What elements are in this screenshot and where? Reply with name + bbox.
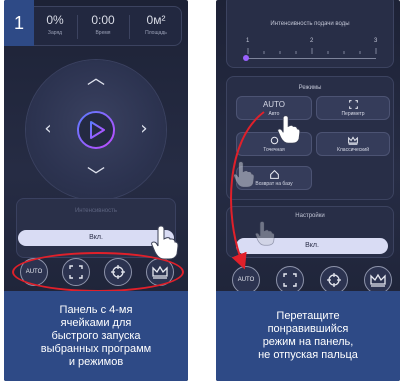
intensity-label: Интенсивность xyxy=(74,208,118,214)
faded-hand-icon xyxy=(254,221,275,246)
battery-value: 0% xyxy=(46,13,64,27)
time-value: 0:00 xyxy=(91,13,115,27)
time-stat: 0:00 Время xyxy=(79,13,127,36)
divider xyxy=(129,15,130,39)
area-stat: 0м² Площадь xyxy=(133,13,179,36)
battery-label: Заряд xyxy=(47,30,63,36)
step-number-badge: 1 xyxy=(4,0,34,46)
faded-hand-icon xyxy=(233,161,255,188)
arrow-up-icon[interactable]: ︿ xyxy=(86,70,106,88)
caption-right-text: Перетащите понравившийся режим на панель… xyxy=(258,310,358,361)
arrow-right-icon[interactable]: › xyxy=(134,120,154,138)
caption-left: Панель с 4-мя ячейками для быстрого запу… xyxy=(4,291,188,381)
area-label: Площадь xyxy=(145,30,167,36)
arrow-left-icon[interactable]: ‹ xyxy=(38,120,58,138)
phone-screenshot-left: 0% Заряд 0:00 Время 0м² Площадь 1 ︿ ﹀ ‹ … xyxy=(4,0,188,381)
pointing-hand-icon xyxy=(277,115,301,144)
play-button-icon[interactable] xyxy=(75,109,117,151)
pointing-hand-icon xyxy=(151,225,179,260)
caption-left-text: Панель с 4-мя ячейками для быстрого запу… xyxy=(40,303,152,368)
caption-right: Перетащите понравившийся режим на панель… xyxy=(216,291,400,381)
drag-arrow xyxy=(230,111,265,270)
arrow-down-icon[interactable]: ﹀ xyxy=(86,168,106,186)
phone-screenshot-right: Интенсивность подачи воды 1 2 3 Режимы A… xyxy=(216,0,400,381)
stats-panel: 0% Заряд 0:00 Время 0м² Площадь xyxy=(10,6,182,46)
direction-pad[interactable]: ︿ ﹀ ‹ › xyxy=(26,60,166,200)
battery-stat: 0% Заряд xyxy=(35,13,75,36)
divider xyxy=(77,15,78,39)
area-value: 0м² xyxy=(146,13,166,27)
time-label: Время xyxy=(95,30,111,36)
